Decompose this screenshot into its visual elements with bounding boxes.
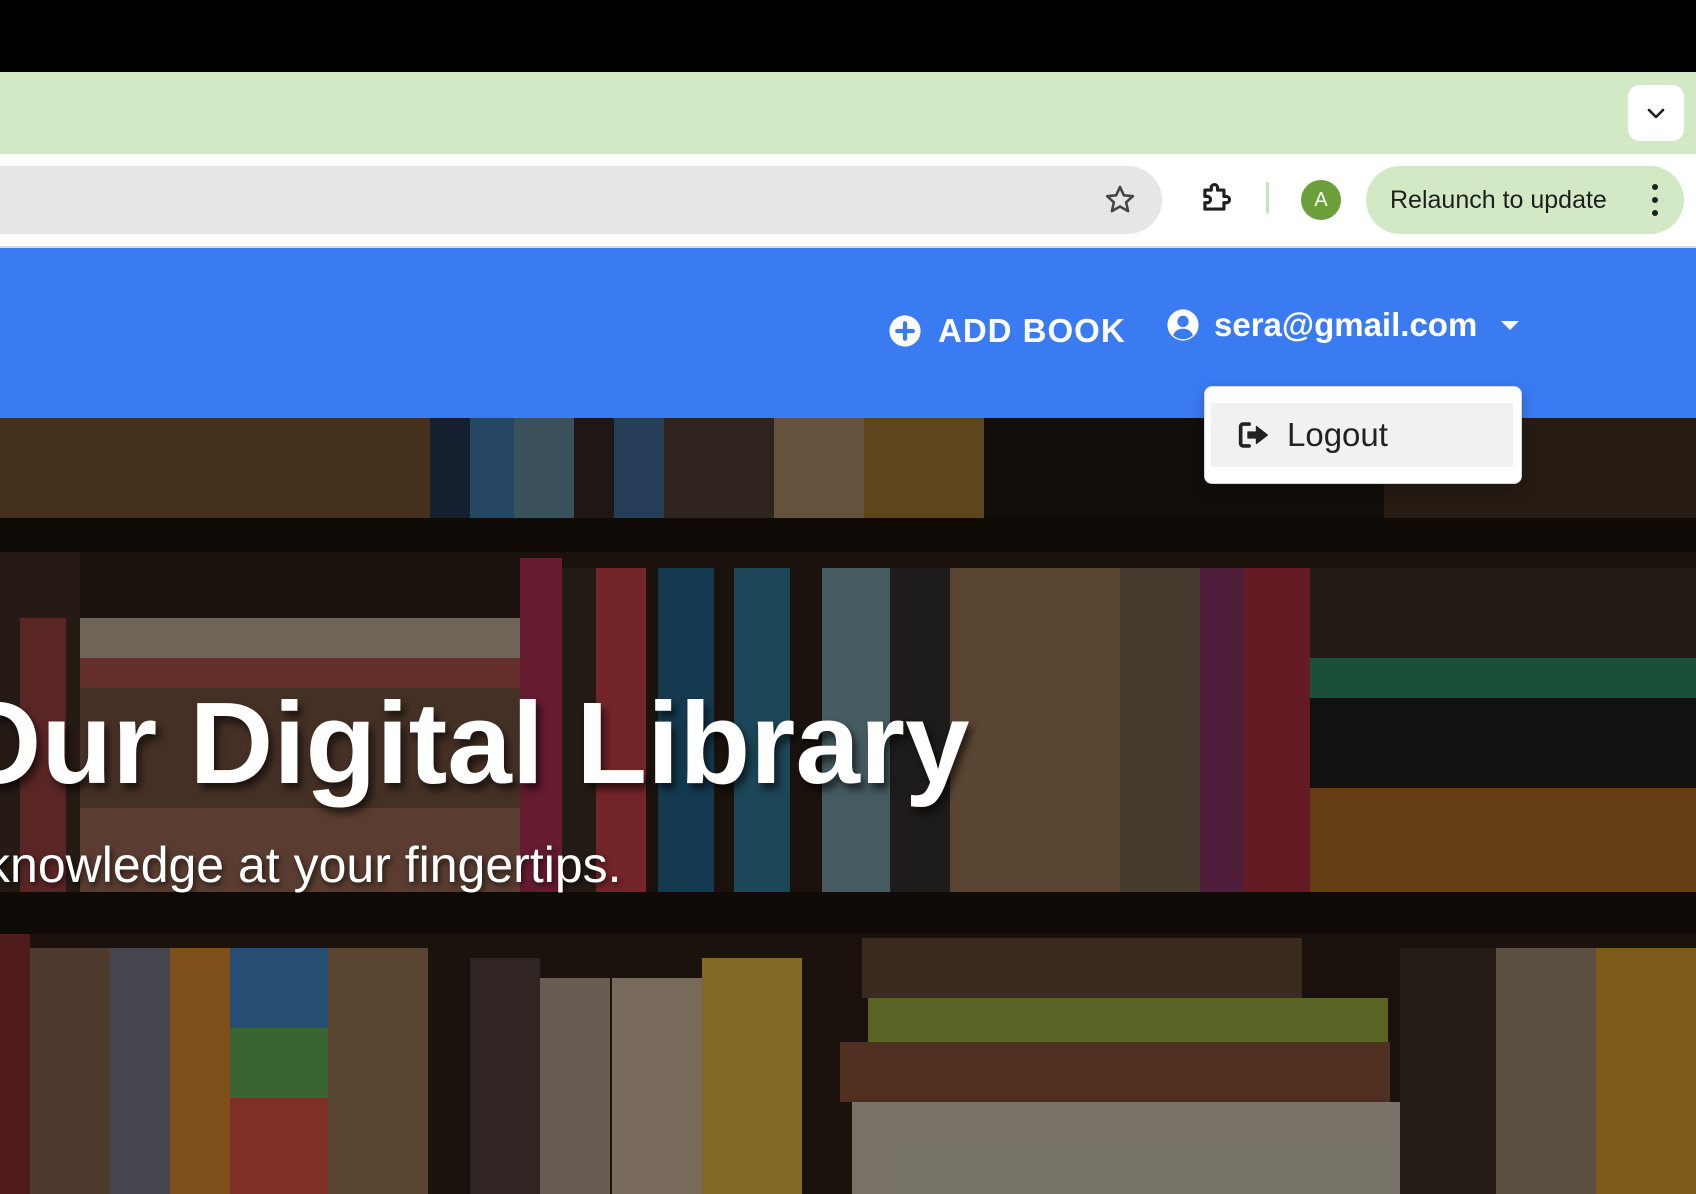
chevron-down-icon <box>1647 108 1665 119</box>
hero-banner: o Our Digital Library rld of knowledge a… <box>0 418 1696 1194</box>
page-viewport: ADD BOOK sera@gmail.com Logout ur Digita… <box>0 248 1696 1194</box>
caret-down-icon <box>1501 320 1520 330</box>
logout-menu-item[interactable]: Logout <box>1211 403 1513 467</box>
bookmark-star-button[interactable] <box>1100 180 1140 220</box>
tab-search-button[interactable] <box>1628 85 1684 141</box>
puzzle-icon <box>1203 183 1231 211</box>
profile-avatar[interactable]: A <box>1301 180 1341 220</box>
user-email: sera@gmail.com <box>1214 306 1478 343</box>
add-book-button[interactable]: ADD BOOK <box>888 312 1126 350</box>
user-circle-icon <box>1167 309 1199 341</box>
user-menu-toggle[interactable]: sera@gmail.com <box>1166 306 1520 344</box>
relaunch-label: Relaunch to update <box>1390 185 1607 214</box>
plus-circle-icon <box>889 315 921 347</box>
add-book-label: ADD BOOK <box>938 312 1126 349</box>
toolbar-divider <box>1266 182 1269 214</box>
more-vert-icon[interactable] <box>1652 184 1658 216</box>
logout-label: Logout <box>1287 416 1388 453</box>
window-top-bar <box>0 0 1696 72</box>
address-bar[interactable] <box>0 166 1162 234</box>
extensions-button[interactable] <box>1192 174 1240 222</box>
star-icon <box>1105 185 1135 213</box>
hero-title: o Our Digital Library <box>0 678 970 808</box>
logout-icon <box>1238 422 1268 448</box>
hero-subtitle: rld of knowledge at your fingertips. <box>0 837 622 893</box>
relaunch-to-update-button[interactable]: Relaunch to update <box>1366 166 1684 234</box>
browser-toolbar: A Relaunch to update <box>0 154 1696 248</box>
user-dropdown-menu: Logout <box>1204 386 1522 484</box>
browser-tab-strip <box>0 72 1696 154</box>
